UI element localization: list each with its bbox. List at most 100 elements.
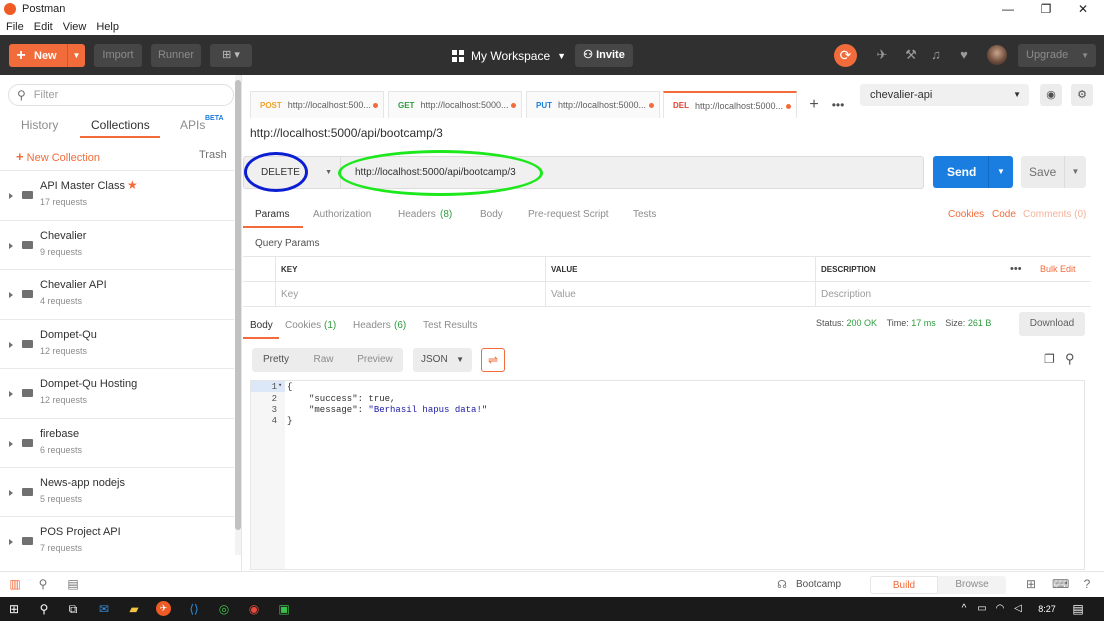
menu-file[interactable]: File [6,21,24,33]
collection-item[interactable]: Dompet-Qu Hosting 12 requests [0,368,234,417]
close-button[interactable]: ✕ [1066,0,1100,18]
collection-item[interactable]: firebase 6 requests [0,418,234,467]
tab-history[interactable]: History [21,118,58,132]
tab-headers[interactable]: Headers [398,209,436,220]
save-button[interactable]: Save ▼ [1021,156,1086,188]
vscode-icon[interactable]: ⟨⟩ [186,601,202,617]
request-tab[interactable]: PUT http://localhost:5000... [526,91,660,118]
star-icon[interactable]: ★ [127,178,138,192]
wrap-lines-icon[interactable]: ⇌ [481,348,505,372]
mail-icon[interactable]: ✉ [96,601,112,617]
chrome-icon[interactable]: ◉ [246,601,262,617]
caret-right-icon[interactable] [9,193,13,199]
comments-link[interactable]: Comments (0) [1023,209,1086,220]
tab-tests[interactable]: Tests [633,209,656,220]
upgrade-button[interactable]: Upgrade ▼ [1018,44,1096,67]
environment-select[interactable]: chevalier-api ▼ [860,84,1029,106]
new-window-button[interactable]: ⊞ ▾ [210,44,252,67]
windows-start-icon[interactable]: ⊞ [6,601,22,617]
send-button[interactable]: Send ▼ [933,156,1013,188]
search-input[interactable]: ⚲ Filter [8,84,234,106]
tab-body[interactable]: Body [480,209,503,220]
chevron-down-icon[interactable]: ▼ [67,44,85,67]
collection-item[interactable]: News-app nodejs 5 requests [0,467,234,516]
download-button[interactable]: Download [1019,312,1085,336]
gear-icon[interactable]: ⚙ [1071,84,1093,106]
collection-item[interactable]: Chevalier 9 requests [0,220,234,269]
search-icon[interactable]: ⚲ [36,601,52,617]
eye-icon[interactable]: ◉ [1040,84,1062,106]
format-preview[interactable]: Preview [347,348,403,372]
more-options-icon[interactable]: ••• [1005,257,1035,282]
collection-item[interactable]: Dompet-Qu 12 requests [0,319,234,368]
chevron-down-icon[interactable]: ▼ [1064,156,1086,188]
chevron-down-icon[interactable]: ▼ [988,156,1013,188]
collection-item[interactable]: POS Project API 7 requests [0,516,234,565]
caret-right-icon[interactable] [9,243,13,249]
tab-collections[interactable]: Collections [91,118,150,132]
bulk-edit-link[interactable]: Bulk Edit [1035,257,1091,282]
help-icon[interactable]: ? [1080,578,1094,591]
collection-item[interactable]: Chevalier API 4 requests [0,269,234,318]
heart-icon[interactable]: ♥ [956,47,972,63]
bell-icon[interactable]: ♫ [928,47,944,63]
sidebar-scrollbar[interactable] [235,75,241,555]
tab-response-cookies[interactable]: Cookies [285,320,321,331]
caret-right-icon[interactable] [9,391,13,397]
fold-icon[interactable]: ▾ [278,381,282,390]
sync-icon[interactable]: ⟳ [834,44,857,67]
task-view-icon[interactable]: ⧉ [65,601,81,617]
request-tab[interactable]: POST http://localhost:500... [250,91,384,118]
tab-prerequest-script[interactable]: Pre-request Script [528,209,609,220]
menu-view[interactable]: View [63,21,87,33]
response-editor[interactable]: 1 2 3 4 ▾ { "success": true, "message": … [250,380,1085,570]
maximize-button[interactable]: ❐ [1029,0,1063,18]
satellite-icon[interactable]: ✈ [874,47,890,63]
import-button[interactable]: Import [94,44,142,67]
tray-arrow-icon[interactable]: ^ [956,601,972,617]
new-collection-button[interactable]: + New Collection [16,149,100,164]
copy-icon[interactable]: ❐ [1044,352,1055,366]
tab-apis[interactable]: APIs [180,118,205,132]
clock-time[interactable]: 8:27 [1032,601,1062,617]
trash-button[interactable]: Trash [199,149,227,161]
format-raw[interactable]: Raw [300,348,347,372]
search-icon[interactable]: ⚲ [36,578,50,591]
build-toggle[interactable]: Build [870,576,938,594]
console-icon[interactable]: ▤ [66,578,80,591]
tab-response-body[interactable]: Body [250,320,273,331]
line-app-icon[interactable]: ▣ [276,601,292,617]
search-icon[interactable]: ⚲ [1065,351,1075,367]
request-tab[interactable]: GET http://localhost:5000... [388,91,522,118]
two-pane-icon[interactable]: ⊞ [1024,578,1038,591]
caret-right-icon[interactable] [9,539,13,545]
tab-params[interactable]: Params [255,209,289,220]
postman-app-icon[interactable]: ✈ [156,601,171,616]
volume-icon[interactable]: ◁ [1010,601,1026,617]
caret-right-icon[interactable] [9,490,13,496]
scrollbar-thumb[interactable] [235,80,241,530]
menu-help[interactable]: Help [96,21,119,33]
request-tab[interactable]: DEL http://localhost:5000... [663,91,797,118]
file-explorer-icon[interactable]: ▰ [126,601,142,617]
battery-icon[interactable]: ▭ [974,601,990,617]
invite-button[interactable]: ⚇ Invite [575,44,633,67]
browse-toggle[interactable]: Browse [938,576,1006,594]
keyboard-icon[interactable]: ⌨ [1052,578,1069,591]
sidebar-toggle-icon[interactable]: ▥ [8,578,22,591]
value-input[interactable]: Value [545,282,815,307]
settings-wrench-icon[interactable]: ⚒ [903,47,919,63]
wifi-icon[interactable]: ◠ [992,601,1008,617]
new-button[interactable]: + New ▼ [9,44,85,67]
cookies-link[interactable]: Cookies [948,209,984,220]
notifications-icon[interactable]: ▤ [1070,601,1086,617]
caret-right-icon[interactable] [9,441,13,447]
collection-item[interactable]: API Master Class ★ 17 requests [0,170,234,219]
avatar[interactable] [987,45,1007,65]
menu-edit[interactable]: Edit [34,21,53,33]
key-input[interactable]: Key [275,282,545,307]
tab-authorization[interactable]: Authorization [313,209,371,220]
add-tab-icon[interactable]: + [804,93,824,117]
caret-right-icon[interactable] [9,342,13,348]
more-tabs-icon[interactable]: ••• [828,93,848,117]
